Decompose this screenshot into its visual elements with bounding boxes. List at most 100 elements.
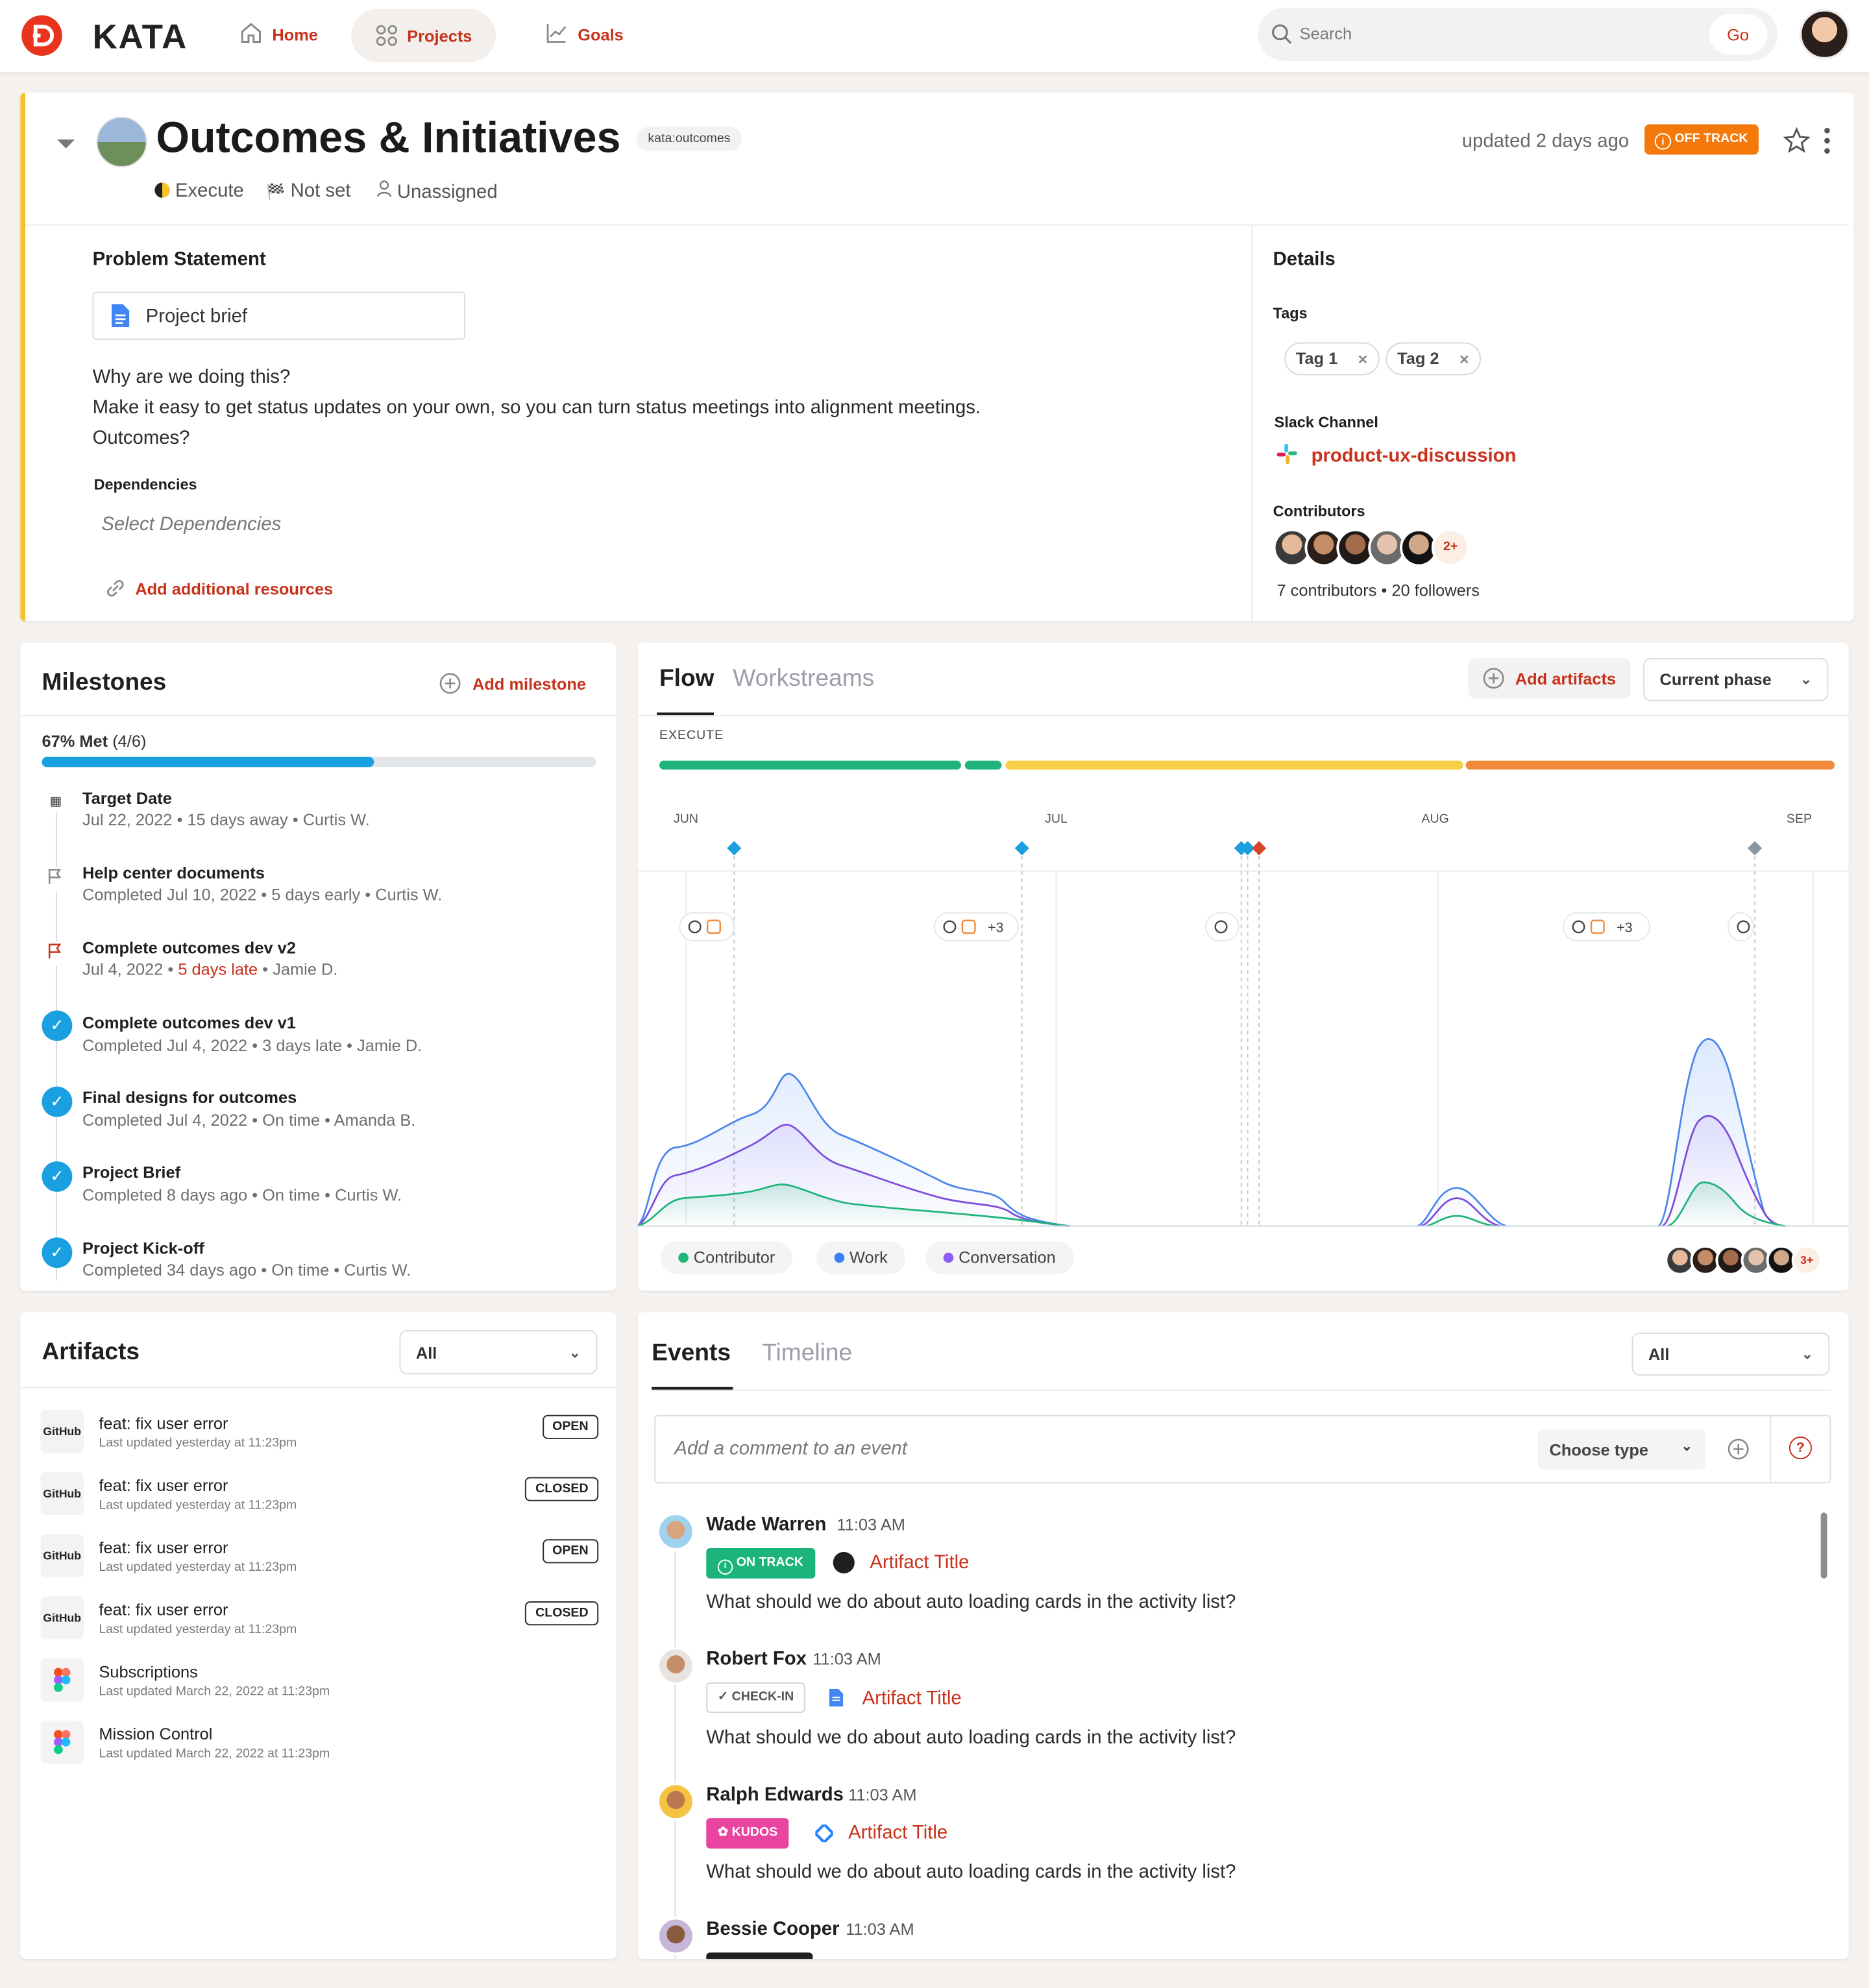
phase-indicator[interactable]: Execute (154, 180, 244, 202)
more-markers-label: +3 (1617, 919, 1632, 935)
target-date-indicator[interactable]: 🏁 Not set (266, 180, 350, 201)
artifact-row[interactable]: Mission Control Last updated March 22, 2… (40, 1720, 599, 1771)
avatar[interactable] (657, 1512, 695, 1551)
contributors-avatar-stack[interactable]: 2+ (1273, 528, 1476, 570)
milestone-diamond-icon (1748, 841, 1763, 856)
milestone-title[interactable]: Complete outcomes dev v2 (82, 938, 296, 957)
legend-contributor[interactable]: Contributor (660, 1241, 793, 1274)
more-contributors-badge[interactable]: 2+ (1431, 528, 1470, 567)
comment-input[interactable]: Add a comment to an event (674, 1438, 907, 1459)
artifacts-filter-select[interactable]: All ⌄ (399, 1329, 598, 1375)
legend-work[interactable]: Work (816, 1241, 906, 1274)
artifact-row[interactable]: GitHub feat: fix user error Last updated… (40, 1534, 599, 1584)
event-author[interactable]: Ralph Edwards (706, 1784, 844, 1805)
flow-card: Flow Workstreams Add artifacts Current p… (637, 642, 1849, 1291)
slack-channel-link[interactable]: product-ux-discussion (1276, 442, 1517, 470)
nav-goals[interactable]: Goals (545, 21, 624, 48)
event-author[interactable]: Robert Fox (706, 1648, 807, 1669)
google-doc-icon (829, 1688, 844, 1713)
add-circle-icon[interactable] (1727, 1438, 1750, 1467)
star-icon[interactable] (1783, 127, 1811, 161)
collapse-caret-icon[interactable] (56, 134, 76, 157)
event-artifact-link[interactable]: Artifact Title (848, 1822, 947, 1843)
tab-events[interactable]: Events (652, 1340, 731, 1368)
event-author[interactable]: Wade Warren (706, 1514, 826, 1535)
events-card: Events Timeline All ⌄ Add a comment to a… (637, 1312, 1849, 1959)
legend-dot-icon (678, 1252, 689, 1263)
more-options-icon[interactable] (1824, 127, 1831, 161)
artifact-row[interactable]: GitHub feat: fix user error Last updated… (40, 1596, 599, 1647)
search-bar[interactable]: Search Go (1258, 7, 1778, 61)
kata-logo-icon[interactable] (21, 15, 62, 56)
flow-avatar-stack[interactable]: 3+ (1665, 1244, 1829, 1276)
events-filter-select[interactable]: All ⌄ (1631, 1332, 1830, 1376)
details-heading: Details (1273, 248, 1336, 271)
github-logo-icon: GitHub (40, 1472, 84, 1516)
milestone-title[interactable]: Target Date (82, 788, 172, 807)
remove-tag-icon[interactable]: ✕ (1459, 354, 1469, 367)
header-divider (25, 224, 1849, 226)
check-in-badge: ✓ CHECK-IN (706, 1682, 805, 1713)
milestone-title[interactable]: Project Brief (82, 1163, 180, 1182)
tab-timeline[interactable]: Timeline (762, 1340, 852, 1368)
status-badge[interactable]: i OFF TRACK (1644, 124, 1759, 155)
link-icon (104, 578, 127, 602)
tag-chip-label: Tag 1 (1295, 348, 1338, 368)
month-label: JUN (674, 812, 698, 826)
milestone-subtitle: Completed Jul 10, 2022 • 5 days early • … (82, 884, 443, 904)
brand-wordmark[interactable]: KATA (93, 18, 188, 57)
tab-workstreams[interactable]: Workstreams (733, 666, 874, 694)
tag-chip-1[interactable]: Tag 1 ✕ (1284, 342, 1380, 376)
search-input[interactable]: Search (1300, 24, 1352, 43)
more-avatars-badge[interactable]: 3+ (1791, 1244, 1822, 1276)
google-doc-icon (111, 304, 130, 333)
event-artifact-link[interactable]: Artifact Title (870, 1552, 969, 1573)
legend-conversation[interactable]: Conversation (925, 1241, 1074, 1274)
on-track-badge: i ON TRACK (706, 1547, 815, 1579)
dependencies-select[interactable]: Select Dependencies (101, 513, 281, 535)
comment-box: Add a comment to an event Choose type ⌄ … (654, 1414, 1831, 1484)
search-go-button[interactable]: Go (1709, 14, 1768, 55)
legend-label: Contributor (693, 1247, 776, 1267)
problem-line-3: Outcomes? (92, 427, 190, 449)
milestone-diamond-icon (1014, 841, 1029, 856)
user-avatar[interactable] (1799, 8, 1850, 60)
avatar[interactable] (657, 1917, 695, 1956)
owner-indicator[interactable]: Unassigned (376, 180, 498, 203)
slack-icon (1276, 442, 1299, 470)
artifact-row[interactable]: GitHub feat: fix user error Last updated… (40, 1472, 599, 1523)
tab-flow[interactable]: Flow (659, 666, 715, 694)
figma-logo-icon (40, 1658, 84, 1702)
nav-projects[interactable]: Projects (351, 8, 496, 62)
event-author[interactable]: Bessie Cooper (706, 1919, 839, 1940)
add-artifacts-button[interactable]: Add artifacts (1468, 658, 1631, 699)
milestone-title[interactable]: Project Kick-off (82, 1239, 204, 1257)
milestone-title[interactable]: Final designs for outcomes (82, 1088, 297, 1107)
help-circle-icon[interactable]: ? (1789, 1436, 1812, 1460)
artifact-row[interactable]: Subscriptions Last updated March 22, 202… (40, 1658, 599, 1709)
nav-home[interactable]: Home (239, 21, 318, 48)
month-label: SEP (1787, 812, 1812, 826)
project-brief-button[interactable]: Project brief (92, 291, 466, 340)
artifacts-heading: Artifacts (42, 1339, 140, 1366)
events-scrollbar[interactable] (1820, 1512, 1827, 1579)
milestone-title[interactable]: Complete outcomes dev v1 (82, 1013, 296, 1032)
phase-select[interactable]: Current phase ⌄ (1643, 658, 1829, 701)
add-resources-link[interactable]: Add additional resources (104, 578, 333, 602)
remove-tag-icon[interactable]: ✕ (1358, 354, 1368, 367)
milestone-diamond-icon (727, 841, 742, 856)
tag-chip-2[interactable]: Tag 2 ✕ (1386, 342, 1482, 376)
avatar[interactable] (657, 1647, 695, 1685)
event-artifact-link[interactable]: Artifact Title (862, 1688, 962, 1709)
milestone-owner: • Jamie D. (262, 960, 338, 979)
milestones-card: Milestones Add milestone 67% Met (4/6) ▦… (20, 642, 617, 1291)
choose-type-select[interactable]: Choose type ⌄ (1537, 1429, 1705, 1470)
project-avatar (96, 116, 147, 167)
artifact-row[interactable]: GitHub feat: fix user error Last updated… (40, 1409, 599, 1461)
slack-channel-label: product-ux-discussion (1311, 444, 1517, 467)
project-key-tag: kata:outcomes (636, 127, 742, 151)
milestone-title[interactable]: Help center documents (82, 864, 265, 882)
artifact-state-badge: OPEN (542, 1414, 599, 1439)
avatar[interactable] (657, 1782, 695, 1821)
top-navigation-bar: KATA Home Projects Goals Search Go (0, 0, 1869, 73)
